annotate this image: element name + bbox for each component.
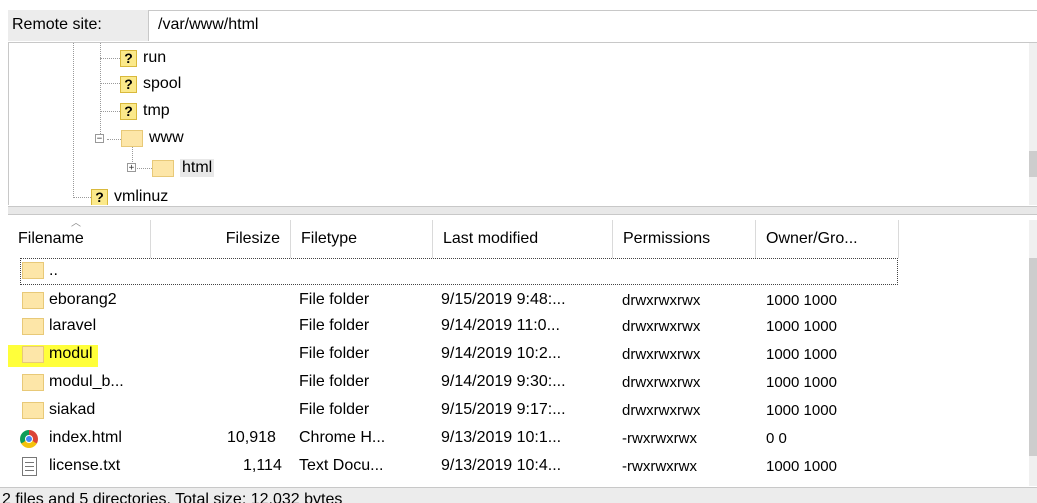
file-permissions: -rwxrwxrwx [622, 458, 697, 475]
file-modified: 9/13/2019 10:1... [441, 429, 562, 446]
status-bar: 2 files and 5 directories. Total size: 1… [0, 487, 1037, 503]
remote-site-label: Remote site: [8, 10, 149, 41]
table-row[interactable]: index.html 10,918 Chrome H... 9/13/2019 … [8, 426, 1029, 452]
table-row[interactable]: eborang2 File folder 9/15/2019 9:48:... … [8, 288, 1029, 314]
table-row[interactable]: siakad File folder 9/15/2019 9:17:... dr… [8, 398, 1029, 424]
file-name: laravel [49, 317, 97, 334]
chrome-icon [20, 430, 38, 448]
status-text: 2 files and 5 directories. Total size: 1… [2, 491, 343, 503]
folder-icon [121, 129, 143, 147]
file-type: File folder [299, 317, 370, 334]
folder-icon [22, 346, 44, 363]
file-type: Chrome H... [299, 429, 386, 446]
tree-item-label: run [143, 49, 167, 66]
file-name: eborang2 [49, 291, 117, 308]
file-owner: 1000 1000 [766, 374, 837, 391]
file-type: Text Docu... [299, 457, 384, 474]
collapse-icon[interactable]: − [95, 134, 104, 144]
tree-item-label: html [180, 159, 215, 177]
file-list-scrollbar-thumb[interactable] [1029, 258, 1037, 456]
file-size: 10,918 [227, 429, 276, 446]
file-type: File folder [299, 291, 370, 308]
table-row[interactable]: laravel File folder 9/14/2019 11:0... dr… [8, 314, 1029, 340]
tree-item-run[interactable]: ? run [120, 47, 166, 69]
tree-item-label: spool [143, 75, 182, 92]
tree-item-html[interactable]: html [152, 157, 215, 179]
table-row[interactable]: modul File folder 9/14/2019 10:2... drwx… [8, 342, 1029, 368]
folder-icon [22, 318, 44, 335]
column-permissions[interactable]: Permissions [613, 220, 756, 258]
column-last-modified[interactable]: Last modified [433, 220, 613, 258]
file-modified: 9/14/2019 9:30:... [441, 373, 566, 390]
parent-directory-row[interactable]: .. [8, 258, 1029, 285]
file-name: siakad [49, 401, 96, 418]
tree-item-label: tmp [143, 102, 170, 119]
tree-scrollbar-thumb[interactable] [1029, 151, 1037, 177]
tree-scrollbar[interactable] [1029, 43, 1037, 205]
parent-directory-label: .. [49, 262, 58, 279]
file-owner: 1000 1000 [766, 346, 837, 363]
file-owner: 1000 1000 [766, 458, 837, 475]
folder-icon [22, 374, 44, 391]
file-permissions: -rwxrwxrwx [622, 430, 697, 447]
table-row[interactable]: license.txt 1,114 Text Docu... 9/13/2019… [8, 454, 1029, 480]
folder-icon [22, 402, 44, 419]
folder-icon [22, 262, 44, 279]
file-permissions: drwxrwxrwx [622, 374, 701, 391]
tree-item-label: www [149, 129, 184, 146]
file-permissions: drwxrwxrwx [622, 402, 701, 419]
remote-site-label-text: Remote site: [12, 16, 102, 33]
file-permissions: drwxrwxrwx [622, 292, 701, 309]
question-icon: ? [120, 49, 137, 67]
tree-item-tmp[interactable]: ? tmp [120, 100, 170, 122]
file-owner: 1000 1000 [766, 318, 837, 335]
file-owner: 1000 1000 [766, 292, 837, 309]
remote-path-input[interactable]: /var/www/html [158, 16, 258, 34]
sort-ascending-icon: ︿ [71, 218, 81, 229]
file-name: modul [49, 345, 93, 362]
folder-icon [152, 159, 174, 177]
file-permissions: drwxrwxrwx [622, 346, 701, 363]
file-list-header: Filename ︿ Filesize Filetype Last modifi… [8, 218, 1029, 258]
remote-directory-tree: ? run ? spool ? tmp − www + html ? vmlin… [8, 43, 1030, 205]
file-list-scrollbar[interactable] [1029, 220, 1037, 486]
file-type: File folder [299, 345, 370, 362]
file-modified: 9/13/2019 10:4... [441, 457, 562, 474]
file-modified: 9/14/2019 11:0... [441, 317, 560, 334]
tree-item-vmlinuz[interactable]: ? vmlinuz [91, 186, 168, 205]
question-icon: ? [120, 75, 137, 93]
column-filesize[interactable]: Filesize [151, 220, 291, 258]
text-file-icon [22, 457, 37, 476]
file-type: File folder [299, 373, 370, 390]
file-owner: 1000 1000 [766, 402, 837, 419]
file-permissions: drwxrwxrwx [622, 318, 701, 335]
pane-splitter[interactable] [8, 206, 1037, 215]
file-size: 1,114 [243, 457, 282, 474]
file-name: license.txt [49, 457, 121, 474]
file-owner: 0 0 [766, 430, 787, 447]
tree-item-spool[interactable]: ? spool [120, 73, 181, 95]
tree-item-label: vmlinuz [114, 188, 169, 205]
expand-icon[interactable]: + [127, 163, 136, 173]
tree-item-www[interactable]: www [121, 127, 184, 149]
folder-icon [22, 292, 44, 309]
question-icon: ? [120, 102, 137, 120]
question-icon: ? [91, 188, 108, 205]
column-filetype[interactable]: Filetype [291, 220, 433, 258]
file-type: File folder [299, 401, 370, 418]
table-row[interactable]: modul_b... File folder 9/14/2019 9:30:..… [8, 370, 1029, 396]
file-name: modul_b... [49, 373, 124, 390]
file-modified: 9/14/2019 10:2... [441, 345, 562, 362]
file-modified: 9/15/2019 9:17:... [441, 401, 566, 418]
file-name: index.html [49, 429, 122, 446]
file-modified: 9/15/2019 9:48:... [441, 291, 566, 308]
column-owner-group[interactable]: Owner/Gro... [756, 220, 899, 258]
